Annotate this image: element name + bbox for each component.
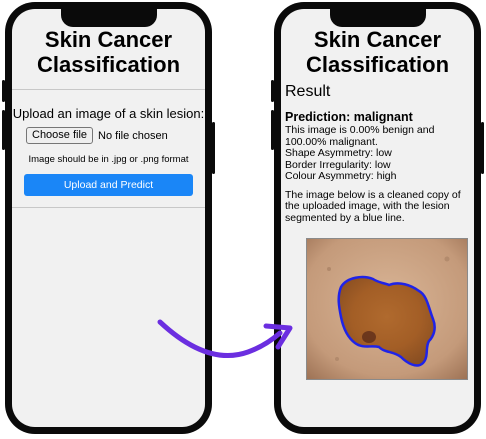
phone-frame-upload: Skin Cancer Classification Upload an ima… xyxy=(2,2,215,434)
result-body: Prediction: malignant This image is 0.00… xyxy=(285,110,470,224)
file-status: No file chosen xyxy=(98,129,168,142)
prediction-label: Prediction: malignant xyxy=(285,110,413,124)
upload-screen: Skin Cancer Classification Upload an ima… xyxy=(12,9,205,427)
phone-power-button xyxy=(481,122,484,174)
divider xyxy=(12,207,205,208)
upload-predict-button[interactable]: Upload and Predict xyxy=(24,174,193,196)
divider xyxy=(12,89,205,90)
phone-volume-button xyxy=(2,80,5,102)
file-input[interactable]: Choose file No file chosen xyxy=(26,127,168,144)
result-heading: Result xyxy=(285,83,331,100)
lesion-picture xyxy=(307,239,467,379)
upload-prompt: Upload an image of a skin lesion: xyxy=(12,106,205,121)
phone-frame-result: Skin Cancer Classification Result Predic… xyxy=(271,2,484,434)
probability-summary: This image is 0.00% benign and 100.00% m… xyxy=(285,124,435,148)
phone-notch xyxy=(329,9,426,27)
phone-power-button xyxy=(212,122,215,174)
segmented-lesion-image xyxy=(306,238,468,380)
colour-asymmetry-stat: Colour Asymmetry: high xyxy=(285,170,397,182)
page-title: Skin Cancer Classification xyxy=(36,27,181,77)
format-note: Image should be in .jpg or .png format xyxy=(28,154,189,165)
page-title: Skin Cancer Classification xyxy=(305,27,450,77)
phone-volume-button xyxy=(271,80,274,102)
choose-file-button[interactable]: Choose file xyxy=(26,127,94,144)
phone-volume-button xyxy=(271,110,274,150)
cleaned-image-note: The image below is a cleaned copy of the… xyxy=(285,188,461,224)
phone-volume-button xyxy=(2,110,5,150)
asymmetry-stats: Shape Asymmetry: low Border Irregularity… xyxy=(285,147,470,183)
shape-asymmetry-stat: Shape Asymmetry: low xyxy=(285,147,392,159)
phone-notch xyxy=(60,9,157,27)
result-screen: Skin Cancer Classification Result Predic… xyxy=(281,9,474,427)
